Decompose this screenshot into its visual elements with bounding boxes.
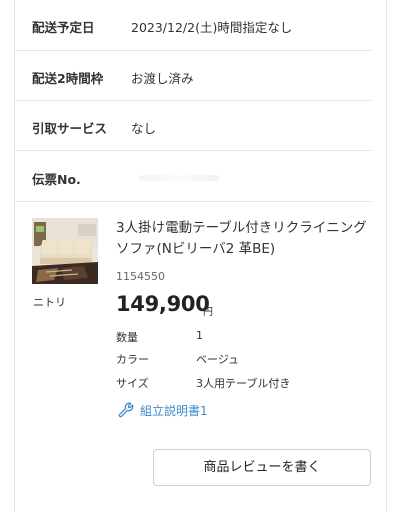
slip-number-value: [139, 175, 219, 181]
wrench-icon: [118, 402, 134, 418]
spec-size-label: サイズ: [116, 377, 149, 390]
product-name[interactable]: 3人掛け電動テーブル付きリクライニングソファ(Nビリーバ2 革BE): [116, 218, 376, 260]
spec-size-value: 3人用テーブル付き: [196, 377, 291, 390]
product-code: 1154550: [116, 270, 165, 283]
pickup-service-value: なし: [131, 121, 157, 136]
pickup-service-label: 引取サービス: [32, 121, 108, 136]
sofa-product-photo-icon: [32, 218, 98, 284]
spec-quantity-value: 1: [196, 329, 203, 342]
product-maker: ニトリ: [33, 296, 66, 309]
delivery-date-value: 2023/12/2(土)時間指定なし: [131, 20, 293, 35]
slip-number-label: 伝票No.: [32, 172, 81, 187]
assembly-manual-link[interactable]: 組立説明書1: [118, 400, 208, 420]
delivery-slot-row: 配送2時間枠 お渡し済み: [14, 51, 371, 101]
spec-color-value: ベージュ: [196, 353, 240, 366]
delivery-slot-value: お渡し済み: [131, 71, 194, 86]
pickup-service-row: 引取サービス なし: [14, 101, 371, 151]
price-currency: 円: [203, 307, 213, 318]
write-review-button[interactable]: 商品レビューを書く: [153, 449, 371, 486]
product-price: 149,900: [116, 292, 210, 316]
slip-number-row: 伝票No.: [14, 151, 371, 202]
assembly-manual-label: 組立説明書1: [140, 403, 208, 418]
spec-quantity-label: 数量: [116, 331, 138, 344]
spec-color-label: カラー: [116, 353, 149, 366]
delivery-date-label: 配送予定日: [32, 20, 95, 35]
product-image[interactable]: [32, 218, 98, 284]
delivery-date-row: 配送予定日 2023/12/2(土)時間指定なし: [14, 0, 371, 51]
delivery-slot-label: 配送2時間枠: [32, 71, 104, 86]
